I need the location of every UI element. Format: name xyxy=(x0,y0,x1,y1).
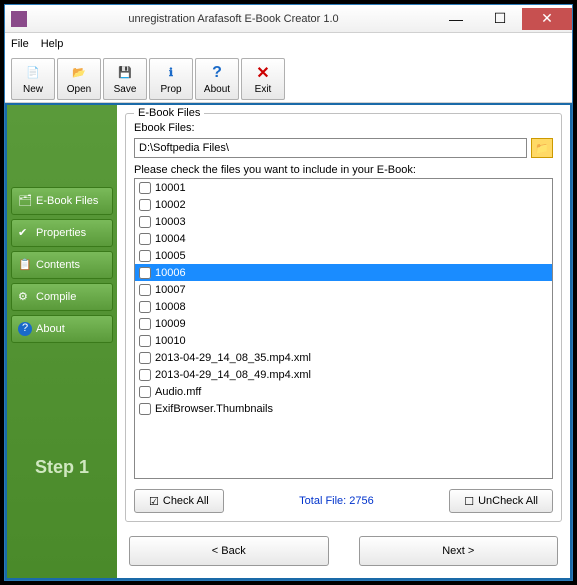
menu-file[interactable]: File xyxy=(11,38,29,50)
file-row[interactable]: 10003 xyxy=(135,213,552,230)
file-name: 2013-04-29_14_08_35.mp4.xml xyxy=(155,352,311,364)
maximize-button[interactable]: ☐ xyxy=(478,8,522,30)
instruction-label: Please check the files you want to inclu… xyxy=(134,164,553,176)
sidebar-about[interactable]: ?About xyxy=(11,315,113,343)
browse-button[interactable]: 📁 xyxy=(531,138,553,158)
sidebar: 🗂E-Book Files ✔Properties 📋Contents ⚙Com… xyxy=(7,105,117,578)
path-input[interactable] xyxy=(134,138,527,158)
file-name: 10007 xyxy=(155,284,186,296)
back-button[interactable]: < Back xyxy=(129,536,329,566)
info-icon: ℹ xyxy=(161,63,181,83)
file-row[interactable]: ExifBrowser.Thumbnails xyxy=(135,400,552,417)
file-name: 10004 xyxy=(155,233,186,245)
file-row[interactable]: Audio.mff xyxy=(135,383,552,400)
file-name: 10001 xyxy=(155,182,186,194)
file-row[interactable]: 10009 xyxy=(135,315,552,332)
file-checkbox[interactable] xyxy=(139,182,151,194)
file-row[interactable]: 2013-04-29_14_08_49.mp4.xml xyxy=(135,366,552,383)
sidebar-properties[interactable]: ✔Properties xyxy=(11,219,113,247)
file-checkbox[interactable] xyxy=(139,199,151,211)
prop-button[interactable]: ℹProp xyxy=(149,58,193,100)
file-checkbox[interactable] xyxy=(139,352,151,364)
file-name: 10009 xyxy=(155,318,186,330)
check-all-button[interactable]: ☑Check All xyxy=(134,489,224,513)
check-icon: ✔ xyxy=(18,226,32,240)
file-checkbox[interactable] xyxy=(139,216,151,228)
file-row[interactable]: 10006 xyxy=(135,264,552,281)
file-row[interactable]: 10010 xyxy=(135,332,552,349)
check-row: ☑Check All Total File: 2756 ☐UnCheck All xyxy=(134,489,553,513)
help-icon: ? xyxy=(207,63,227,83)
window-title: unregistration Arafasoft E-Book Creator … xyxy=(33,13,434,25)
file-name: 10008 xyxy=(155,301,186,313)
file-row[interactable]: 10004 xyxy=(135,230,552,247)
file-checkbox[interactable] xyxy=(139,403,151,415)
path-row: 📁 xyxy=(134,138,553,158)
total-file-label: Total File: 2756 xyxy=(299,495,374,507)
close-button[interactable]: ✕ xyxy=(522,8,572,30)
file-checkbox[interactable] xyxy=(139,335,151,347)
menu-help[interactable]: Help xyxy=(41,38,64,50)
files-icon: 🗂 xyxy=(18,194,32,208)
checked-box-icon: ☑ xyxy=(149,495,159,508)
file-name: 10010 xyxy=(155,335,186,347)
file-checkbox[interactable] xyxy=(139,284,151,296)
file-row[interactable]: 10007 xyxy=(135,281,552,298)
new-file-icon: 📄 xyxy=(23,63,43,83)
document-icon: 📋 xyxy=(18,258,32,272)
open-button[interactable]: 📂Open xyxy=(57,58,101,100)
file-checkbox[interactable] xyxy=(139,250,151,262)
file-row[interactable]: 10005 xyxy=(135,247,552,264)
app-icon xyxy=(11,11,27,27)
file-list[interactable]: 10001 10002 10003 10004 10005 10006 10007 10008… xyxy=(134,178,553,479)
folder-icon: 📁 xyxy=(535,142,549,155)
exit-button[interactable]: ✕Exit xyxy=(241,58,285,100)
save-button[interactable]: 💾Save xyxy=(103,58,147,100)
menubar: File Help xyxy=(5,33,572,55)
file-name: 10005 xyxy=(155,250,186,262)
file-checkbox[interactable] xyxy=(139,233,151,245)
main-panel: E-Book Files Ebook Files: 📁 Please check… xyxy=(117,105,570,578)
exit-icon: ✕ xyxy=(253,63,273,83)
file-name: 2013-04-29_14_08_49.mp4.xml xyxy=(155,369,311,381)
file-checkbox[interactable] xyxy=(139,301,151,313)
question-icon: ? xyxy=(18,322,32,336)
group-legend: E-Book Files xyxy=(134,107,204,119)
unchecked-box-icon: ☐ xyxy=(464,495,474,508)
sidebar-contents[interactable]: 📋Contents xyxy=(11,251,113,279)
body: 🗂E-Book Files ✔Properties 📋Contents ⚙Com… xyxy=(5,103,572,580)
sidebar-ebook-files[interactable]: 🗂E-Book Files xyxy=(11,187,113,215)
compile-icon: ⚙ xyxy=(18,290,32,304)
sidebar-compile[interactable]: ⚙Compile xyxy=(11,283,113,311)
file-checkbox[interactable] xyxy=(139,386,151,398)
minimize-button[interactable]: — xyxy=(434,8,478,30)
file-row[interactable]: 10002 xyxy=(135,196,552,213)
file-name: 10003 xyxy=(155,216,186,228)
app-window: unregistration Arafasoft E-Book Creator … xyxy=(4,4,573,581)
file-row[interactable]: 10008 xyxy=(135,298,552,315)
file-checkbox[interactable] xyxy=(139,267,151,279)
new-button[interactable]: 📄New xyxy=(11,58,55,100)
uncheck-all-button[interactable]: ☐UnCheck All xyxy=(449,489,553,513)
file-checkbox[interactable] xyxy=(139,318,151,330)
titlebar[interactable]: unregistration Arafasoft E-Book Creator … xyxy=(5,5,572,33)
window-buttons: — ☐ ✕ xyxy=(434,8,572,30)
step-label: Step 1 xyxy=(7,457,117,478)
file-row[interactable]: 2013-04-29_14_08_35.mp4.xml xyxy=(135,349,552,366)
ebook-files-group: E-Book Files Ebook Files: 📁 Please check… xyxy=(125,113,562,522)
file-name: ExifBrowser.Thumbnails xyxy=(155,403,273,415)
next-button[interactable]: Next > xyxy=(359,536,559,566)
file-checkbox[interactable] xyxy=(139,369,151,381)
open-folder-icon: 📂 xyxy=(69,63,89,83)
file-name: 10002 xyxy=(155,199,186,211)
file-row[interactable]: 10001 xyxy=(135,179,552,196)
file-name: 10006 xyxy=(155,267,186,279)
save-disk-icon: 💾 xyxy=(115,63,135,83)
toolbar: 📄New 📂Open 💾Save ℹProp ?About ✕Exit xyxy=(5,55,572,103)
file-name: Audio.mff xyxy=(155,386,201,398)
nav-row: < Back Next > xyxy=(129,536,558,566)
about-button[interactable]: ?About xyxy=(195,58,239,100)
path-label: Ebook Files: xyxy=(134,122,553,134)
